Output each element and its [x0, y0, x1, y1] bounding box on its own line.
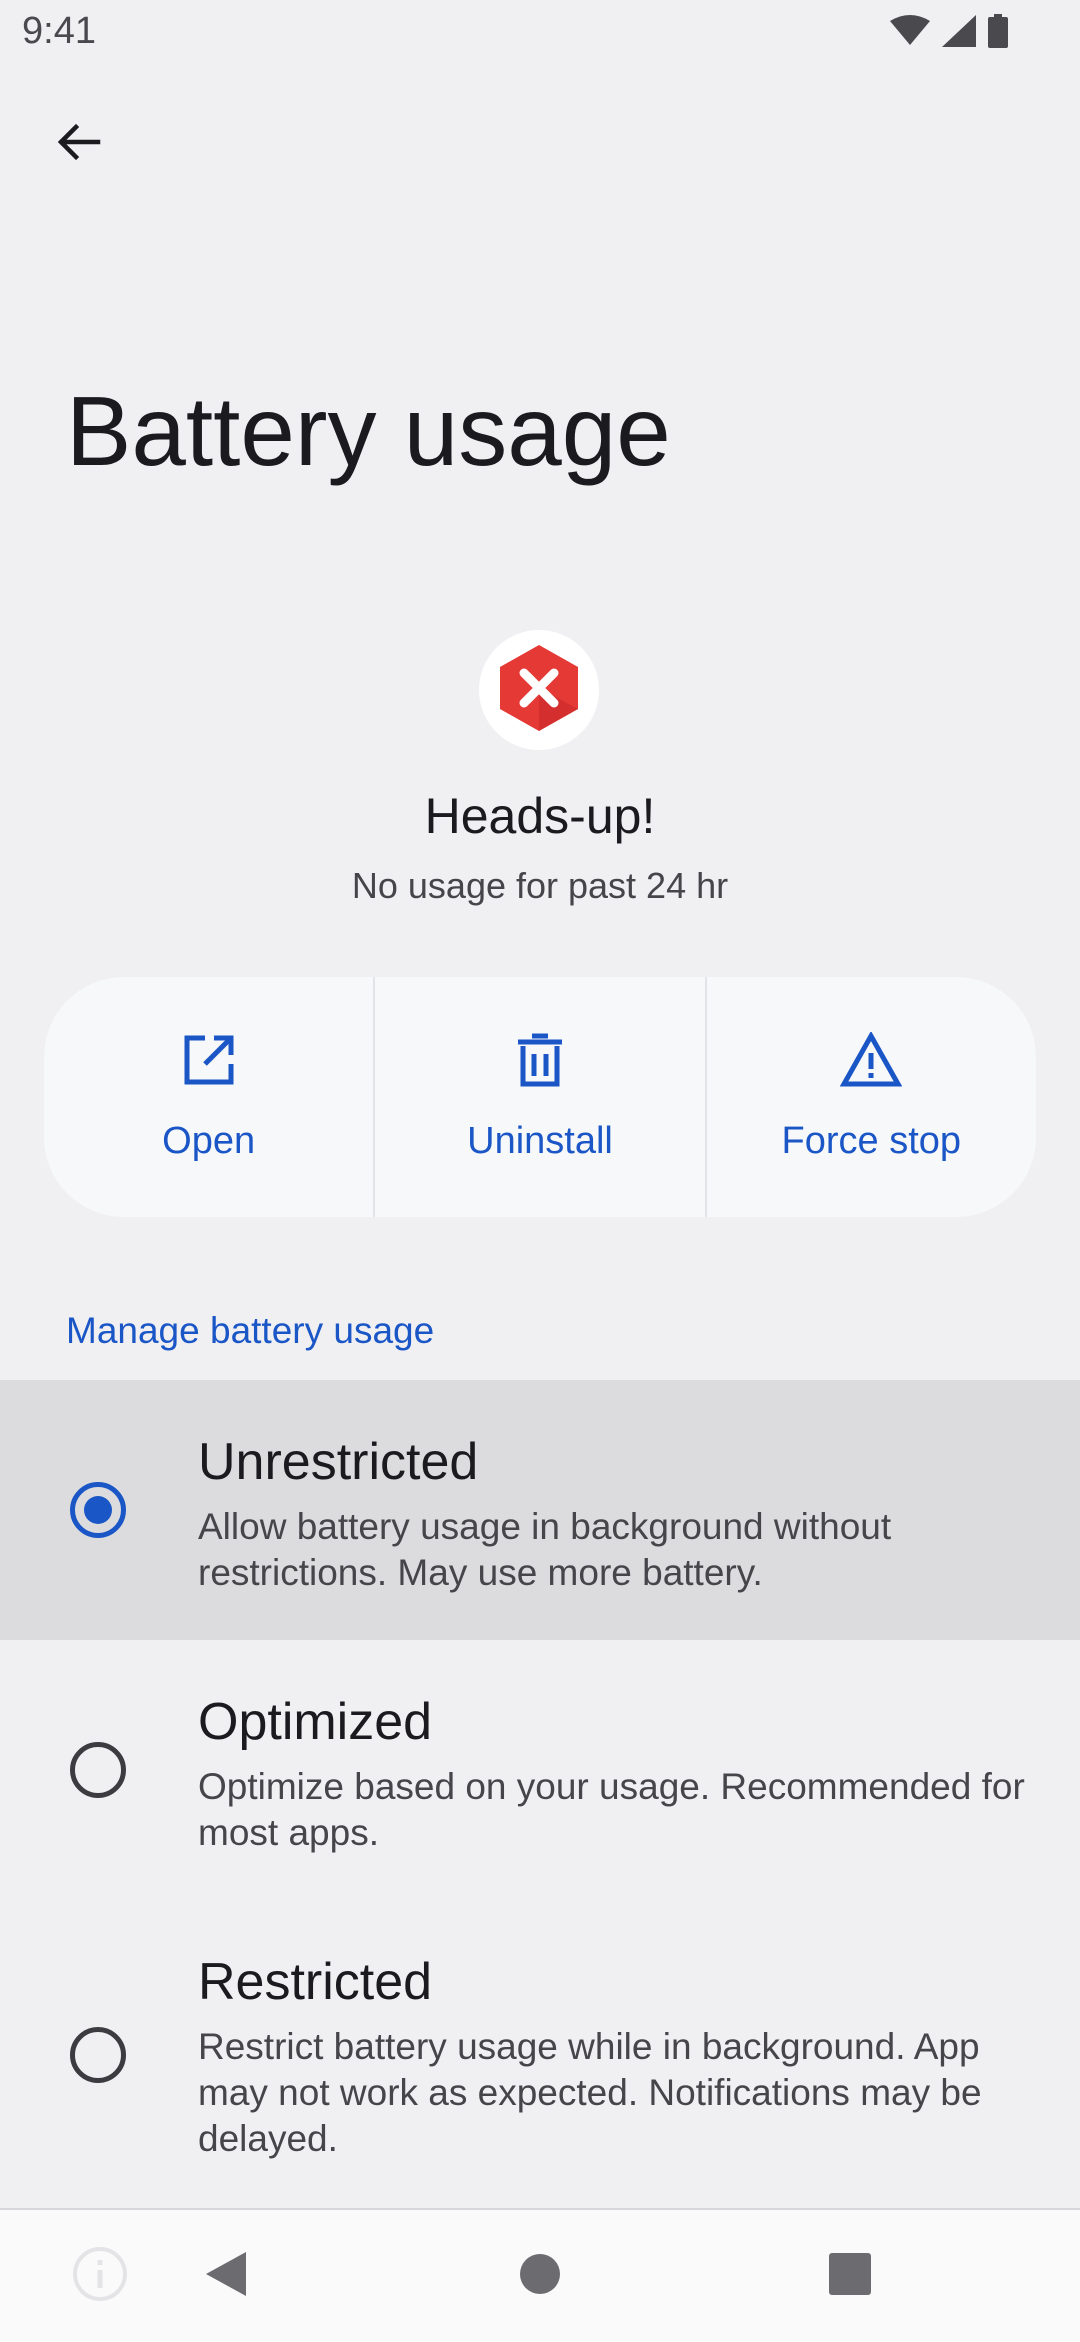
warning-icon — [840, 1030, 903, 1098]
option-title: Unrestricted — [198, 1433, 479, 1491]
cellular-signal-icon — [942, 15, 976, 52]
option-description: Restrict battery usage while in backgrou… — [198, 2026, 982, 2159]
open-external-icon — [181, 1032, 237, 1098]
radio-restricted[interactable] — [70, 2027, 126, 2083]
option-title: Restricted — [198, 1953, 433, 2011]
status-time: 9:41 — [22, 10, 96, 52]
uninstall-button[interactable]: Uninstall — [373, 977, 704, 1217]
battery-icon — [988, 14, 1008, 53]
force-stop-label: Force stop — [781, 1119, 962, 1162]
radio-unrestricted[interactable] — [70, 1482, 126, 1538]
open-button[interactable]: Open — [44, 977, 373, 1217]
info-icon[interactable] — [70, 2244, 130, 2304]
nav-back-icon[interactable] — [196, 2244, 256, 2304]
page-title: Battery usage — [66, 376, 671, 486]
app-name: Heads-up! — [424, 788, 656, 844]
nav-recents-icon[interactable] — [820, 2244, 880, 2304]
nav-home-icon[interactable] — [510, 2244, 570, 2304]
option-optimized[interactable]: Optimized Optimize based on your usage. … — [0, 1640, 1080, 1900]
force-stop-button[interactable]: Force stop — [704, 977, 1036, 1217]
back-button[interactable] — [42, 108, 114, 180]
arrow-back-icon — [54, 118, 102, 171]
app-icon — [479, 630, 599, 750]
option-title: Optimized — [198, 1693, 433, 1751]
app-action-bar: Open Uninstall Force stop — [44, 977, 1036, 1217]
open-label: Open — [162, 1119, 256, 1162]
option-unrestricted[interactable]: Unrestricted Allow battery usage in back… — [0, 1380, 1080, 1640]
status-icons — [890, 14, 1008, 53]
app-usage-summary: No usage for past 24 hr — [351, 865, 729, 906]
radio-optimized[interactable] — [70, 1742, 126, 1798]
manage-battery-header: Manage battery usage — [66, 1310, 435, 1351]
option-description: Allow battery usage in background withou… — [198, 1506, 892, 1593]
app-error-icon — [496, 643, 582, 738]
option-description: Optimize based on your usage. Recommende… — [198, 1766, 1025, 1853]
status-bar: 9:41 — [0, 0, 1080, 66]
option-restricted[interactable]: Restricted Restrict battery usage while … — [0, 1900, 1080, 2206]
wifi-icon — [890, 15, 930, 52]
trash-icon — [514, 1032, 566, 1098]
navigation-bar — [0, 2208, 1080, 2342]
uninstall-label: Uninstall — [467, 1119, 613, 1162]
